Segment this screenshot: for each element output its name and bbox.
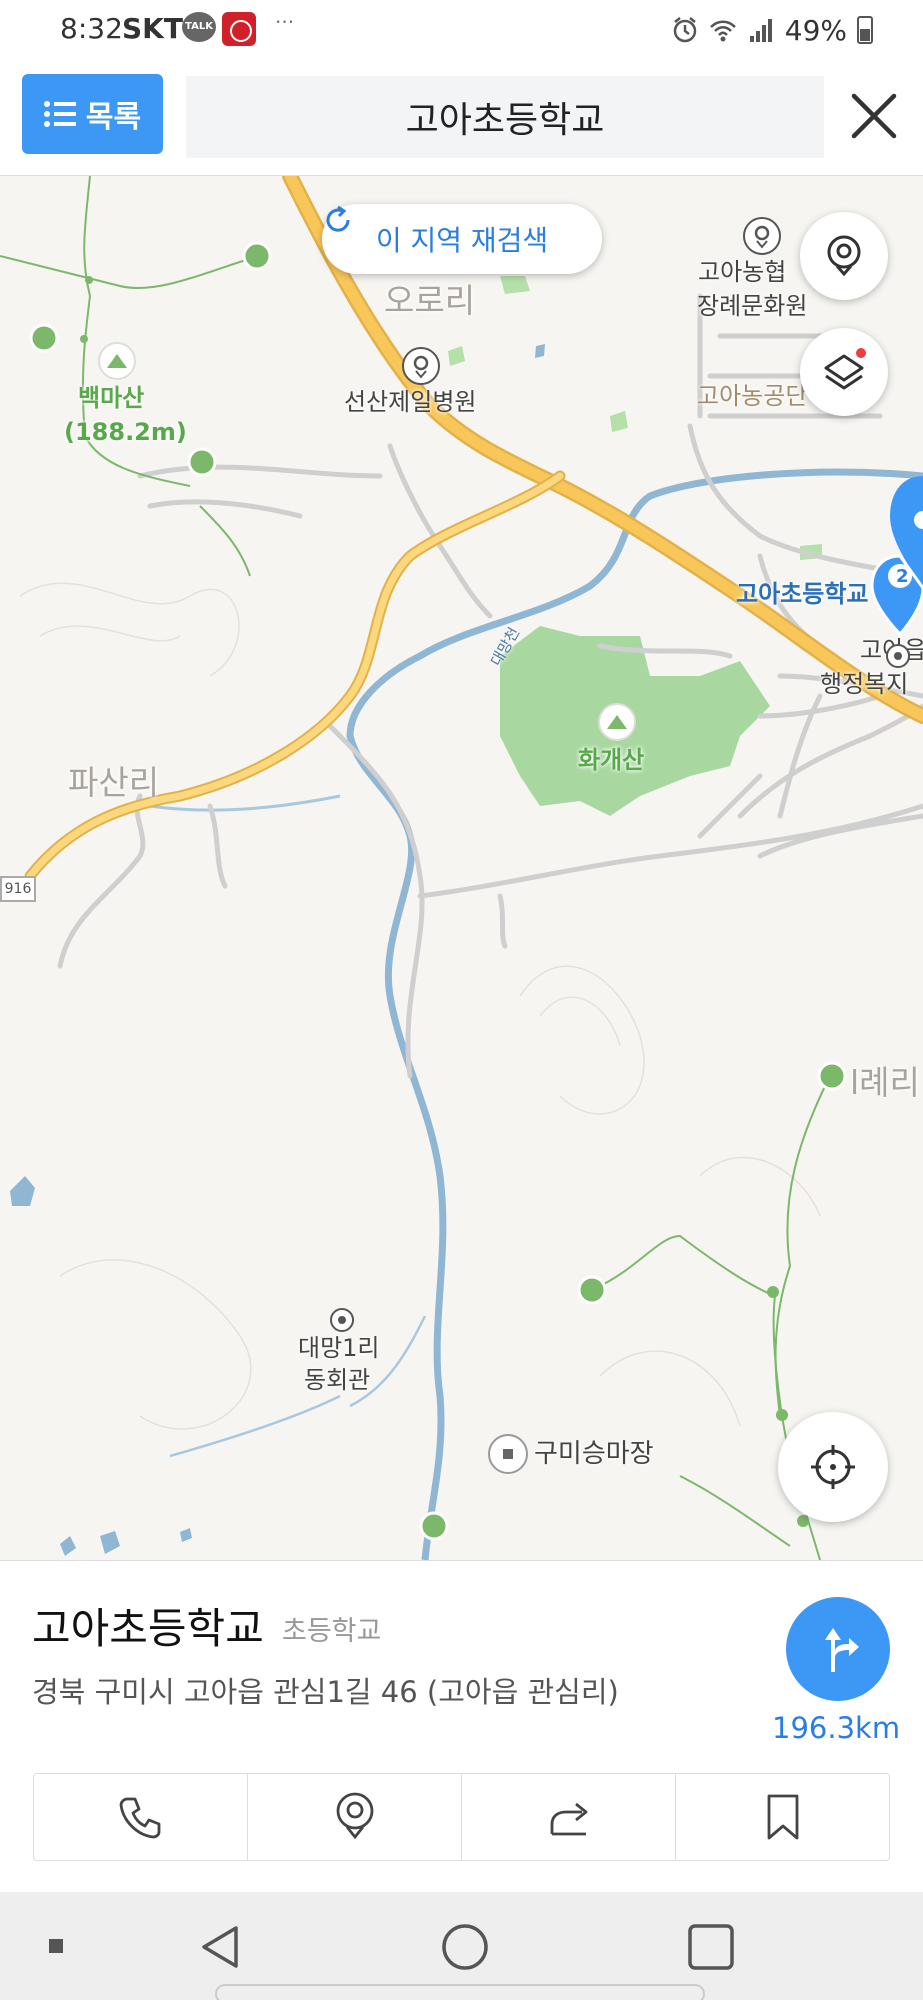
- more-notifications-icon: ···: [275, 10, 295, 34]
- poi-label-community-line2[interactable]: 동회관: [304, 1364, 370, 1396]
- kakaotalk-icon: TALK: [182, 12, 216, 42]
- signal-icon: [749, 19, 772, 42]
- action-bar: [33, 1773, 890, 1861]
- region-label-orori: 오로리: [384, 281, 476, 320]
- research-area-label: 이 지역 재검색: [375, 224, 549, 257]
- share-button[interactable]: [462, 1774, 676, 1860]
- bookmark-button[interactable]: [676, 1774, 889, 1860]
- current-location-button[interactable]: [778, 1412, 888, 1522]
- bookmark-icon: [767, 1794, 798, 1840]
- status-time: 8:32: [60, 12, 123, 45]
- poi-label-racecourse[interactable]: 구미승마장: [534, 1438, 654, 1470]
- home-icon[interactable]: [440, 1922, 490, 1972]
- poi-label-funeral-line1[interactable]: 고아농협: [698, 256, 786, 288]
- poi-label-funeral-line2[interactable]: 장례문화원: [697, 290, 807, 322]
- region-label-pasanri: 파산리: [68, 763, 160, 802]
- route-icon: [825, 1628, 859, 1672]
- save-place-button[interactable]: [248, 1774, 462, 1860]
- map-view[interactable]: 오로리 파산리 l례리 선산제일병원 고아농협 장례문화원 고아농공단 고아초등…: [0, 176, 923, 1560]
- poi-label-community-line1[interactable]: 대망1리: [298, 1332, 380, 1364]
- share-icon: [550, 1802, 587, 1836]
- pin-icon: [827, 235, 861, 277]
- search-query: 고아초등학교: [405, 100, 605, 141]
- poi-label-industrial-park[interactable]: 고아농공단: [697, 376, 807, 411]
- directions-button[interactable]: [786, 1597, 890, 1701]
- close-icon[interactable]: [844, 82, 904, 150]
- place-name[interactable]: 고아초등학교: [32, 1595, 264, 1656]
- map-layers-button[interactable]: [800, 328, 888, 416]
- search-input[interactable]: 고아초등학교: [186, 76, 824, 158]
- place-info-panel[interactable]: 고아초등학교 초등학교 경북 구미시 고아읍 관심1길 46 (고아읍 관심리)…: [0, 1560, 923, 1892]
- mountain-label-baekma[interactable]: 백마산: [78, 382, 144, 414]
- place-address: 경북 구미시 고아읍 관심1길 46 (고아읍 관심리): [32, 1675, 619, 1709]
- call-button[interactable]: [34, 1774, 248, 1860]
- poi-label-school[interactable]: 고아초등학교: [736, 574, 868, 609]
- my-places-button[interactable]: [800, 212, 888, 300]
- battery-percent: 49%: [784, 13, 847, 47]
- poi-label-hospital[interactable]: 선산제일병원: [344, 386, 476, 418]
- search-header: 목록 고아초등학교: [0, 62, 923, 176]
- poi-label-admin-line2[interactable]: 행정복지: [820, 668, 908, 700]
- list-button-label: 목록: [85, 100, 142, 135]
- list-icon: [43, 101, 76, 127]
- region-label-right: l례리: [850, 1063, 920, 1102]
- mountain-label-hwagae[interactable]: 화개산: [578, 744, 644, 776]
- status-icons: 49%: [671, 12, 873, 48]
- road-number-badge: 916: [0, 876, 36, 902]
- wifi-icon: [709, 20, 736, 42]
- racecourse-icon[interactable]: [488, 1434, 528, 1474]
- phone-icon: [119, 1797, 160, 1839]
- distance-label: 196.3km: [772, 1711, 901, 1745]
- mountain-label-baekma-height: (188.2m): [64, 418, 187, 446]
- community-hall-icon[interactable]: [330, 1308, 354, 1332]
- locate-icon: [811, 1445, 855, 1489]
- admin-office-icon[interactable]: [886, 644, 910, 668]
- marker-count: 2: [896, 566, 909, 587]
- gesture-handle[interactable]: [215, 1984, 705, 2000]
- list-button[interactable]: 목록: [22, 74, 163, 154]
- place-category: 초등학교: [282, 1616, 382, 1647]
- search-result-marker: [870, 476, 923, 637]
- nav-menu-icon[interactable]: [46, 1936, 66, 1956]
- save-pin-icon: [336, 1792, 373, 1840]
- daemang-stream: [346, 468, 923, 1560]
- back-icon[interactable]: [196, 1922, 246, 1972]
- new-badge-dot: [856, 348, 866, 358]
- refresh-icon: [326, 205, 350, 232]
- news-app-icon: [222, 12, 256, 46]
- status-bar: 8:32 SKT TALK ··· 49%: [0, 0, 923, 62]
- system-nav-bar: [0, 1892, 923, 2000]
- battery-icon: [857, 16, 873, 44]
- status-carrier: SKT: [122, 12, 183, 45]
- alarm-icon: [673, 17, 697, 43]
- recents-icon[interactable]: [686, 1922, 736, 1972]
- research-area-button[interactable]: 이 지역 재검색: [322, 204, 602, 274]
